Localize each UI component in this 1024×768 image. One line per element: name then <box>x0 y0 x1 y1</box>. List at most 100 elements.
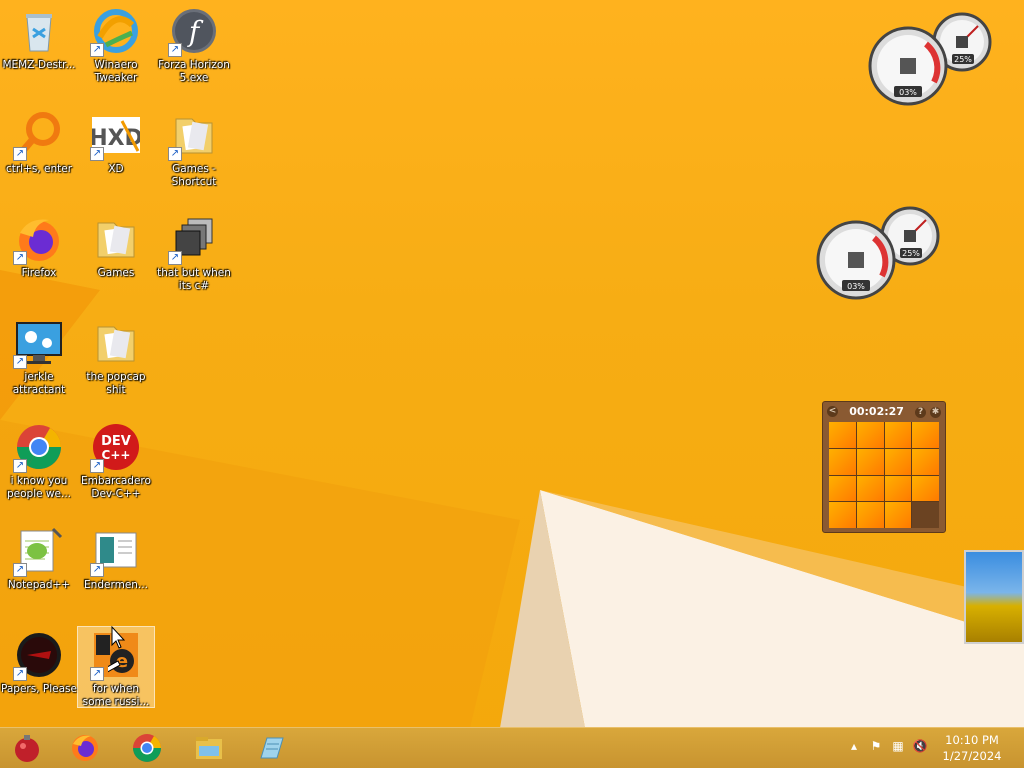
puzzle-tile[interactable] <box>884 502 912 528</box>
puzzle-tile[interactable] <box>829 475 856 502</box>
taskbar: ▴ ⚑ ▦ 🔇 10:10 PM 1/27/2024 <box>0 727 1024 768</box>
mouse-cursor-icon <box>108 625 126 673</box>
document-icon: ↗ <box>90 527 140 577</box>
cpu-meter-gadget-1[interactable]: 25% 03% <box>866 12 996 108</box>
desktop-icon[interactable]: ↗ jerkle attractant <box>1 315 77 396</box>
puzzle-tile[interactable] <box>884 448 912 475</box>
shortcut-arrow-icon: ↗ <box>13 355 27 369</box>
start-orb-icon <box>15 735 39 762</box>
cpu-percent: 03% <box>847 282 865 291</box>
desktop-icon[interactable]: HXD ↗ XD <box>78 107 154 187</box>
shortcut-arrow-icon: ↗ <box>90 147 104 161</box>
puzzle-grid <box>829 422 939 528</box>
memory-percent: 25% <box>954 55 972 64</box>
clock-time: 10:10 PM <box>945 733 999 747</box>
shortcut-arrow-icon: ↗ <box>13 251 27 265</box>
devcpp-logo-line2: C++ <box>102 448 131 462</box>
desktop-icon[interactable]: ↗ ctrl+s, enter <box>1 107 77 187</box>
action-center-flag-icon[interactable]: ⚑ <box>868 738 884 754</box>
desktop-icon[interactable]: DEV C++ ↗ Embarcadero Dev-C++ <box>78 419 154 500</box>
desktop-icon-label: jerkle attractant <box>12 371 66 396</box>
puzzle-help-button[interactable]: ? <box>915 407 927 418</box>
shortcut-arrow-icon: ↗ <box>168 147 182 161</box>
desktop-icon[interactable]: the popcap shit <box>78 315 154 396</box>
desktop-icon[interactable]: ↗ that but when its c# <box>156 211 232 292</box>
desktop-icon-label: Embarcadero Dev-C++ <box>81 475 151 500</box>
shortcut-arrow-icon: ↗ <box>90 563 104 577</box>
puzzle-tile[interactable] <box>856 422 884 448</box>
shortcut-arrow-icon: ↗ <box>168 43 182 57</box>
shortcut-arrow-icon: ↗ <box>90 667 104 681</box>
devcpp-logo-line1: DEV <box>101 434 131 449</box>
firefox-icon: ↗ <box>13 215 63 265</box>
puzzle-tile[interactable] <box>829 422 856 448</box>
puzzle-tile[interactable] <box>884 422 912 448</box>
devcpp-icon: DEV C++ ↗ <box>90 423 140 473</box>
file-explorer-icon <box>196 737 222 759</box>
puzzle-tile[interactable] <box>912 422 939 448</box>
desktop-icon[interactable]: ↗ Games - Shortcut <box>156 107 232 188</box>
taskbar-notepad[interactable] <box>244 730 298 766</box>
taskbar-file-explorer[interactable] <box>182 730 236 766</box>
shortcut-arrow-icon: ↗ <box>13 147 27 161</box>
desktop-icon-label: that but when its c# <box>157 267 231 292</box>
desktop-icon-label: XD <box>108 163 124 175</box>
magnifier-app-icon: ↗ <box>13 111 63 161</box>
desktop-icon-label: Forza Horizon 5.exe <box>158 59 230 84</box>
cpu-percent: 03% <box>899 88 917 97</box>
puzzle-back-button[interactable]: < <box>827 405 838 417</box>
desktop-icon[interactable]: ↗ i know you people we... <box>1 419 77 500</box>
hxd-icon: HXD ↗ <box>89 111 143 161</box>
puzzle-tile[interactable] <box>912 502 939 528</box>
cpu-meter-gadget-2[interactable]: 25% 03% <box>814 206 944 302</box>
puzzle-tile[interactable] <box>829 502 856 528</box>
system-tray: ▴ ⚑ ▦ 🔇 <box>846 738 928 754</box>
notepadpp-icon: ↗ <box>13 527 63 577</box>
puzzle-tile[interactable] <box>856 502 884 528</box>
stacked-windows-icon: ↗ <box>168 215 218 265</box>
desktop-icon[interactable]: ↗ Winaero Tweaker <box>78 3 154 84</box>
desktop-icon-label: Papers, Please <box>1 683 77 695</box>
desktop-icon-label: the popcap shit <box>86 371 146 396</box>
desktop-icon[interactable]: f ↗ Forza Horizon 5.exe <box>156 3 232 84</box>
desktop-icon-label: Endermen... <box>84 579 148 591</box>
shortcut-arrow-icon: ↗ <box>168 251 182 265</box>
taskbar-firefox[interactable] <box>58 730 112 766</box>
puzzle-tile[interactable] <box>856 475 884 502</box>
desktop-icon[interactable]: MEMZ-Destr... <box>1 3 77 83</box>
desktop-icon[interactable]: ↗ Papers, Please <box>1 627 77 707</box>
desktop-icon-label: MEMZ-Destr... <box>2 59 76 71</box>
clock-date: 1/27/2024 <box>942 749 1002 763</box>
picture-puzzle-gadget[interactable]: < 00:02:27 ? ✱ <box>822 401 946 533</box>
memory-percent: 25% <box>902 249 920 258</box>
shortcut-arrow-icon: ↗ <box>13 563 27 577</box>
notepad-icon <box>260 737 284 759</box>
desktop-icon-label: Games - Shortcut <box>171 163 217 188</box>
desktop-icon[interactable]: Games <box>78 211 154 291</box>
volume-muted-icon[interactable]: 🔇 <box>912 738 928 754</box>
desktop-icon[interactable]: ↗ Endermen... <box>78 523 154 603</box>
puzzle-settings-icon[interactable]: ✱ <box>929 407 941 418</box>
taskbar-clock[interactable]: 10:10 PM 1/27/2024 <box>936 732 1008 764</box>
winaero-tweaker-icon: ↗ <box>90 7 140 57</box>
shortcut-arrow-icon: ↗ <box>13 667 27 681</box>
papers-please-icon: ↗ <box>13 631 63 681</box>
desktop-icon-label: Firefox <box>21 267 57 279</box>
puzzle-tile[interactable] <box>884 475 912 502</box>
monitor-gears-icon: ↗ <box>13 319 63 369</box>
chrome-icon: ↗ <box>13 423 63 473</box>
firefox-icon <box>72 735 98 761</box>
desktop-icon[interactable]: ↗ Firefox <box>1 211 77 291</box>
puzzle-tile[interactable] <box>912 448 939 475</box>
puzzle-tile[interactable] <box>856 448 884 475</box>
recycle-bin-icon <box>15 7 63 55</box>
puzzle-tile[interactable] <box>829 448 856 475</box>
puzzle-tile[interactable] <box>912 475 939 502</box>
slideshow-gadget[interactable] <box>964 550 1024 644</box>
start-button[interactable] <box>0 730 54 766</box>
puzzle-timer: 00:02:27 <box>849 404 904 418</box>
desktop-icon[interactable]: ↗ Notepad++ <box>1 523 77 603</box>
network-icon[interactable]: ▦ <box>890 738 906 754</box>
taskbar-chrome[interactable] <box>120 730 174 766</box>
show-hidden-icons-chevron-icon[interactable]: ▴ <box>846 738 862 754</box>
